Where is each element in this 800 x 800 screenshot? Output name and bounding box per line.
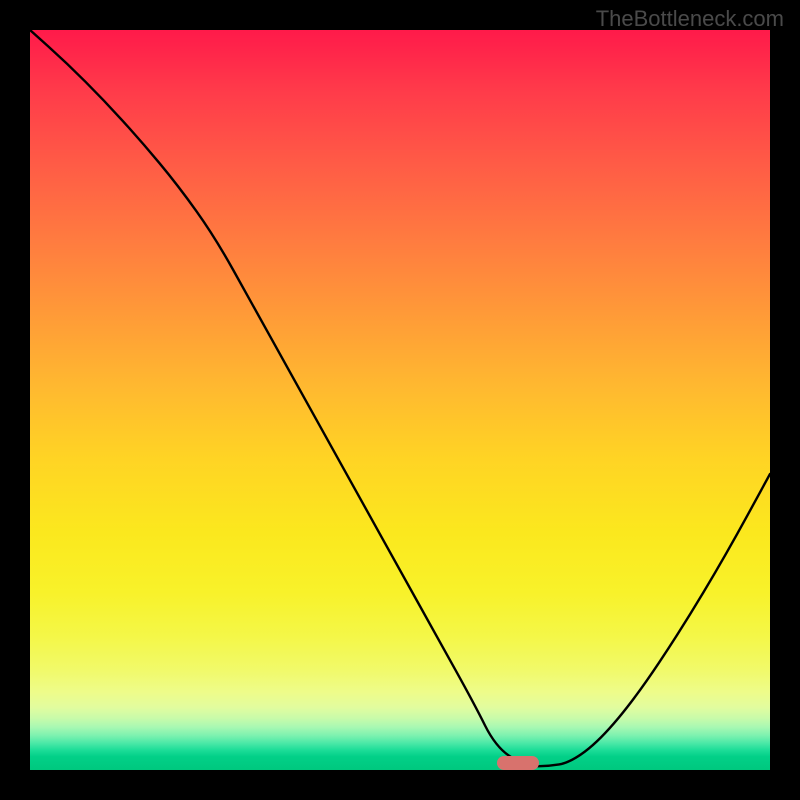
watermark-text: TheBottleneck.com xyxy=(596,6,784,32)
optimal-range-marker xyxy=(497,756,539,770)
chart-plot-area xyxy=(30,30,770,770)
bottleneck-curve xyxy=(30,30,770,770)
